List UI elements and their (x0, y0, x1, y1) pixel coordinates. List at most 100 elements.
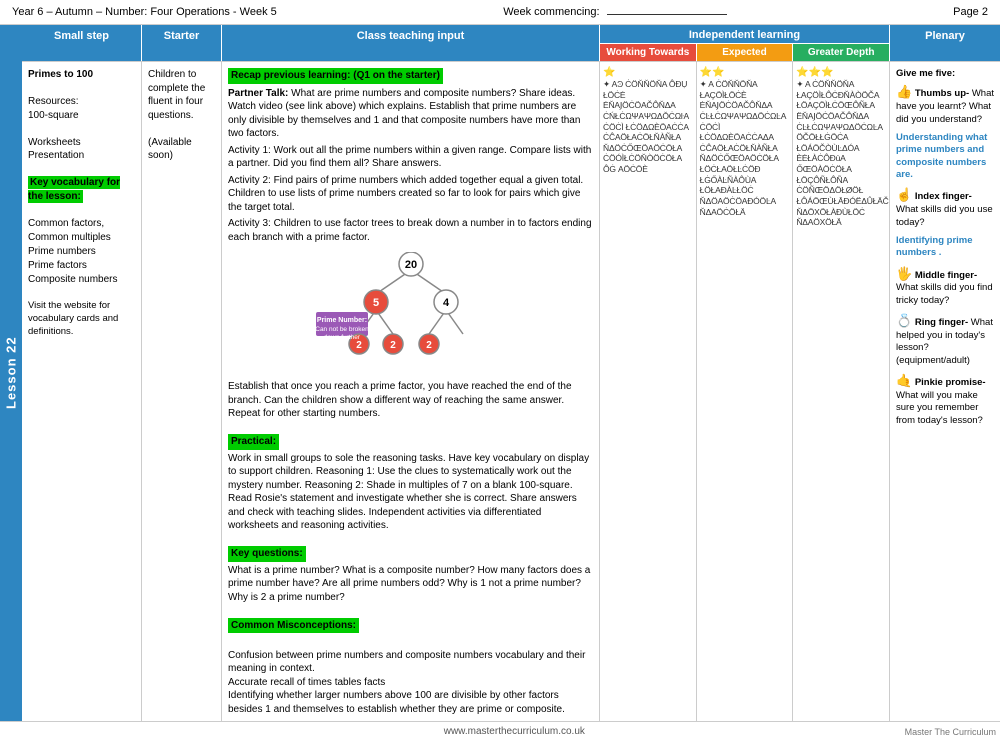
partner-talk-label: Partner Talk: (228, 88, 288, 99)
gd-stars: ⭐⭐⭐ (796, 66, 886, 79)
index-label: Index finger- (915, 191, 972, 202)
factor-tree-svg: 20 5 4 Prime Number: Can not be broken (311, 252, 511, 372)
ring-emoji: 💍 (896, 313, 912, 328)
gd-content: ✦ Α ĊÖŇŇÖŇΑ ŁΑÇÖÌŁÔĊÐŇÀÒÖČΑ ŁÖΑÇÖÌŁĊÖŒÔÑ… (796, 79, 886, 228)
key-questions-label: Key questions: (228, 546, 306, 562)
middle-label: Middle finger- (915, 270, 977, 281)
header-small-step: Small step (22, 25, 142, 61)
starter-text: Children to complete the fluent in four … (148, 68, 215, 122)
svg-text:Prime Number:: Prime Number: (316, 317, 366, 324)
practical-label: Practical: (228, 434, 279, 450)
footer: www.masterthecurriculum.co.uk Master The… (0, 721, 1000, 741)
sub-expected: Expected (697, 44, 794, 61)
misconceptions-section: Common Misconceptions: (228, 618, 593, 634)
cell-independent: ⭐ ✦ ΑϿ ĊÖŇŇÖŇΑ ÔÐỤ ŁÖĊĖ ĖŇΑͿÖĊÖΑČÔŇΔΑ ĊŃ… (600, 62, 890, 722)
pinkie-label: Pinkie promise- (915, 377, 986, 388)
plenary-pinkie: 🤙 Pinkie promise- What will you make sur… (896, 373, 994, 427)
main-content: Lesson 22 Small step Starter Class teach… (0, 25, 1000, 721)
thumbs-highlight-text: Understanding what prime numbers and com… (896, 132, 987, 180)
vocab-list: Common factors, Common multiples Prime n… (28, 217, 135, 287)
key-questions-text: What is a prime number? What is a compos… (228, 564, 593, 605)
establish-text: Establish that once you reach a prime fa… (228, 380, 593, 421)
wt-content: ✦ ΑϿ ĊÖŇŇÖŇΑ ÔÐỤ ŁÖĊĖ ĖŇΑͿÖĊÖΑČÔŇΔΑ ĊŃŁĊ… (603, 79, 693, 175)
vocab-item-3: Prime numbers (28, 245, 135, 259)
svg-text:2: 2 (426, 340, 432, 351)
header-row: Small step Starter Class teaching input … (22, 25, 1000, 61)
misconceptions-text: Confusion between prime numbers and comp… (228, 635, 593, 716)
week-line (607, 14, 727, 15)
visit-text: Visit the website for vocabulary cards a… (28, 300, 135, 338)
col-greater-depth: ⭐⭐⭐ ✦ Α ĊÖŇŇÖŇΑ ŁΑÇÖÌŁÔĊÐŇÀÒÖČΑ ŁÖΑÇÖÌŁĊ… (793, 62, 889, 722)
thumbs-label: Thumbs up- (915, 88, 969, 99)
activity2: Activity 2: Find pairs of prime numbers … (228, 174, 593, 215)
recap-label: Recap previous learning: (Q1 on the star… (228, 68, 443, 84)
activity3: Activity 3: Children to use factor trees… (228, 217, 593, 244)
col-working-towards: ⭐ ✦ ΑϿ ĊÖŇŇÖŇΑ ÔÐỤ ŁÖĊĖ ĖŇΑͿÖĊÖΑČÔŇΔΑ ĊŃ… (600, 62, 697, 722)
plenary-middle: 🖐 Middle finger- What skills did you fin… (896, 266, 994, 308)
partner-talk: Partner Talk: What are prime numbers and… (228, 87, 593, 141)
header-independent: Independent learning Working Towards Exp… (600, 25, 890, 61)
svg-text:4: 4 (442, 297, 449, 309)
cell-small-step: Primes to 100 Resources: 100-square Work… (22, 62, 142, 722)
small-step-title: Primes to 100 (28, 68, 135, 82)
vocab-item-2: Common multiples (28, 231, 135, 245)
key-vocab-label: Key vocabulary for the lesson: (28, 176, 135, 203)
svg-text:Can not be broken: Can not be broken (315, 326, 369, 333)
svg-text:down further: down further (323, 334, 360, 341)
cell-plenary: Give me five: 👍 Thumbs up- What have you… (890, 62, 1000, 722)
table-container: Small step Starter Class teaching input … (22, 25, 1000, 721)
indep-header-label: Independent learning (600, 25, 889, 44)
body-row: Primes to 100 Resources: 100-square Work… (22, 61, 1000, 722)
thumbs-emoji: 👍 (896, 84, 912, 99)
page-title: Year 6 – Autumn – Number: Four Operation… (12, 6, 277, 18)
lesson-strip: Lesson 22 (0, 25, 22, 721)
plenary-intro: Give me five: (896, 68, 994, 80)
exp-content: ✦ Α ĊÖŇŇÖŇΑ ŁΑÇÖÌŁÖĊÈ ĖŇΑͿÖĊÖΑČÔŇΔΑ ĊĿŁĊ… (700, 79, 790, 217)
sub-greater-depth: Greater Depth (793, 44, 889, 61)
plenary-thumbs: 👍 Thumbs up- What have you learnt? What … (896, 84, 994, 126)
header-class-teaching: Class teaching input (222, 25, 600, 61)
misconceptions-label: Common Misconceptions: (228, 618, 359, 634)
header-plenary: Plenary (890, 25, 1000, 61)
index-text: What skills did you use today? (896, 204, 993, 227)
resources-items: 100-square (28, 109, 135, 123)
top-bar: Year 6 – Autumn – Number: Four Operation… (0, 0, 1000, 25)
practical-text: Work in small groups to sole the reasoni… (228, 452, 593, 533)
pinkie-text: What will you make sure you remember fro… (896, 390, 983, 426)
footer-url: www.masterthecurriculum.co.uk (444, 726, 585, 737)
factor-tree: 20 5 4 Prime Number: Can not be broken (311, 252, 511, 372)
svg-text:2: 2 (356, 340, 362, 351)
practical-section: Practical: (228, 434, 593, 450)
vocab-item-5: Composite numbers (28, 273, 135, 287)
index-highlight-text: Identifying prime numbers . (896, 235, 973, 258)
middle-emoji: 🖐 (896, 266, 912, 281)
vocab-item-1: Common factors, (28, 217, 135, 231)
footer-brand: Master The Curriculum (905, 727, 996, 737)
key-questions-section: Key questions: (228, 546, 593, 562)
plenary-ring: 💍 Ring finger- What helped you in today'… (896, 313, 994, 367)
indep-sub-headers: Working Towards Expected Greater Depth (600, 44, 889, 61)
week-label: Week commencing: (503, 6, 726, 18)
resources-label: Resources: (28, 95, 135, 109)
sub-working-towards: Working Towards (600, 44, 697, 61)
activity1: Activity 1: Work out all the prime numbe… (228, 144, 593, 171)
presentation: Presentation (28, 149, 135, 163)
plenary-thumbs-highlight: Understanding what prime numbers and com… (896, 132, 994, 181)
page-wrapper: Year 6 – Autumn – Number: Four Operation… (0, 0, 1000, 750)
exp-stars: ⭐⭐ (700, 66, 790, 79)
worksheets: Worksheets (28, 136, 135, 150)
ring-label: Ring finger- (915, 317, 968, 328)
middle-text: What skills did you find tricky today? (896, 282, 993, 305)
header-starter: Starter (142, 25, 222, 61)
plenary-index: ☝️ Index finger- What skills did you use… (896, 187, 994, 229)
wt-stars: ⭐ (603, 66, 693, 79)
vocab-item-4: Prime factors (28, 259, 135, 273)
col-expected: ⭐⭐ ✦ Α ĊÖŇŇÖŇΑ ŁΑÇÖÌŁÖĊÈ ĖŇΑͿÖĊÖΑČÔŇΔΑ Ċ… (697, 62, 794, 722)
page-number: Page 2 (953, 6, 988, 18)
key-vocab-highlight: Key vocabulary for the lesson: (28, 176, 120, 203)
indep-body-cols: ⭐ ✦ ΑϿ ĊÖŇŇÖŇΑ ÔÐỤ ŁÖĊĖ ĖŇΑͿÖĊÖΑČÔŇΔΑ ĊŃ… (600, 62, 889, 722)
index-emoji: ☝️ (896, 187, 912, 202)
svg-text:5: 5 (372, 297, 378, 309)
cell-starter: Children to complete the fluent in four … (142, 62, 222, 722)
svg-text:20: 20 (404, 259, 416, 271)
